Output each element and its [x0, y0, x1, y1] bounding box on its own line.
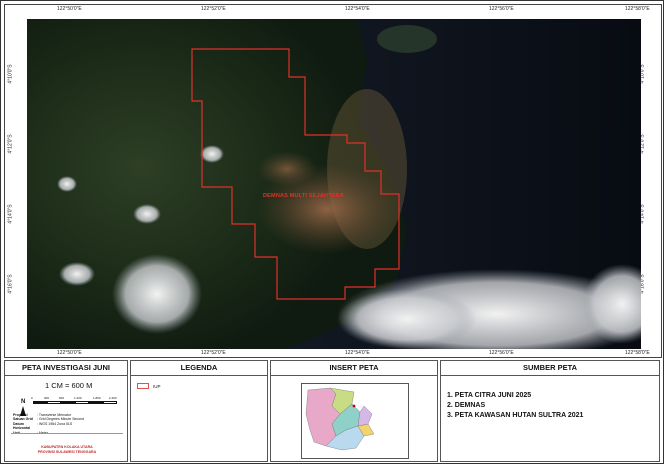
cloud-cover-5	[59, 262, 95, 286]
cloud-cover-4	[112, 254, 202, 334]
agency-line-2: PROVINSI SULAWESI TENGGARA	[37, 449, 97, 454]
legend-swatch-iup	[137, 383, 149, 389]
scale-tick: 2.400	[109, 396, 117, 400]
sources-list: 1. PETA CITRA JUNI 2025 2. DEMNAS 3. PET…	[447, 391, 583, 421]
north-label: N	[21, 399, 26, 405]
island	[377, 25, 437, 53]
cloud-cover-6	[200, 145, 224, 163]
divider	[11, 433, 123, 434]
scale-tick: 600	[59, 396, 65, 400]
iup-area-label: DEMNAS MULTI SEJAHTERA	[263, 193, 344, 199]
coord-top-5: 122°58'0"E	[625, 6, 650, 12]
sources-panel: SUMBER PETA 1. PETA CITRA JUNI 2025 2. D…	[440, 360, 660, 462]
cloud-cover-2	[337, 289, 477, 349]
legend-item-iup: IUP	[137, 383, 161, 389]
coord-top-2: 122°52'0"E	[201, 6, 226, 12]
datum-key: Datum Horizontal	[13, 421, 31, 431]
cleared-area	[257, 151, 317, 187]
coord-bottom-2: 122°52'0"E	[201, 350, 226, 356]
scale-tick: 0	[31, 396, 33, 400]
coord-left-4: 4°16'0"S	[7, 274, 14, 294]
legend-label-iup: IUP	[153, 383, 161, 389]
sources-title: SUMBER PETA	[441, 361, 659, 376]
coord-top-4: 122°56'0"E	[489, 6, 514, 12]
inset-map[interactable]	[301, 383, 409, 459]
source-item-3: 3. PETA KAWASAN HUTAN SULTRA 2021	[447, 412, 584, 419]
inset-location-marker	[352, 404, 356, 408]
legend-panel: LEGENDA IUP	[130, 360, 268, 462]
coord-left-1: 4°10'0"S	[7, 64, 14, 84]
source-item-2: 2. DEMNAS	[447, 402, 486, 409]
scale-bar	[33, 401, 123, 407]
scale-tick: 1.800	[93, 396, 101, 400]
projection-info: Proyeksi: Transverse Mercator Satuan Gri…	[13, 413, 84, 435]
satellite-map[interactable]: DEMNAS MULTI SEJAHTERA	[27, 19, 641, 349]
inset-region-6	[357, 405, 373, 427]
coord-bottom-4: 122°56'0"E	[489, 350, 514, 356]
inset-map-graphic	[305, 387, 375, 451]
scale-tick: 300	[44, 396, 50, 400]
cloud-cover-7	[133, 204, 161, 224]
coord-left-3: 4°14'0"S	[7, 204, 14, 224]
coord-bottom-3: 122°54'0"E	[345, 350, 370, 356]
coord-bottom-1: 122°50'0"E	[57, 350, 82, 356]
coord-left-2: 4°12'0"S	[7, 134, 14, 154]
coord-top-3: 122°54'0"E	[345, 6, 370, 12]
source-item-1: 1. PETA CITRA JUNI 2025	[447, 392, 532, 399]
coord-bottom-5: 122°58'0"E	[625, 350, 650, 356]
datum-value: : WGS 1984 Zona 51S	[37, 421, 73, 426]
inset-panel: INSERT PETA	[270, 360, 438, 462]
legend-title: LEGENDA	[131, 361, 267, 376]
coord-top-1: 122°50'0"E	[57, 6, 82, 12]
cloud-cover-8	[57, 176, 77, 192]
inset-title: INSERT PETA	[271, 361, 437, 376]
info-panel: PETA INVESTIGASI JUNI 1 CM = 600 M N 0 3…	[4, 360, 128, 462]
map-frame: 122°50'0"E 122°52'0"E 122°54'0"E 122°56'…	[4, 4, 662, 358]
scale-text: 1 CM = 600 M	[45, 381, 93, 390]
scale-tick: 1.200	[74, 396, 82, 400]
agency-label: KABUPATEN KOLAKA UTARA PROVINSI SULAWESI…	[5, 445, 129, 454]
map-title: PETA INVESTIGASI JUNI	[5, 361, 127, 376]
satellite-imagery	[27, 19, 641, 349]
